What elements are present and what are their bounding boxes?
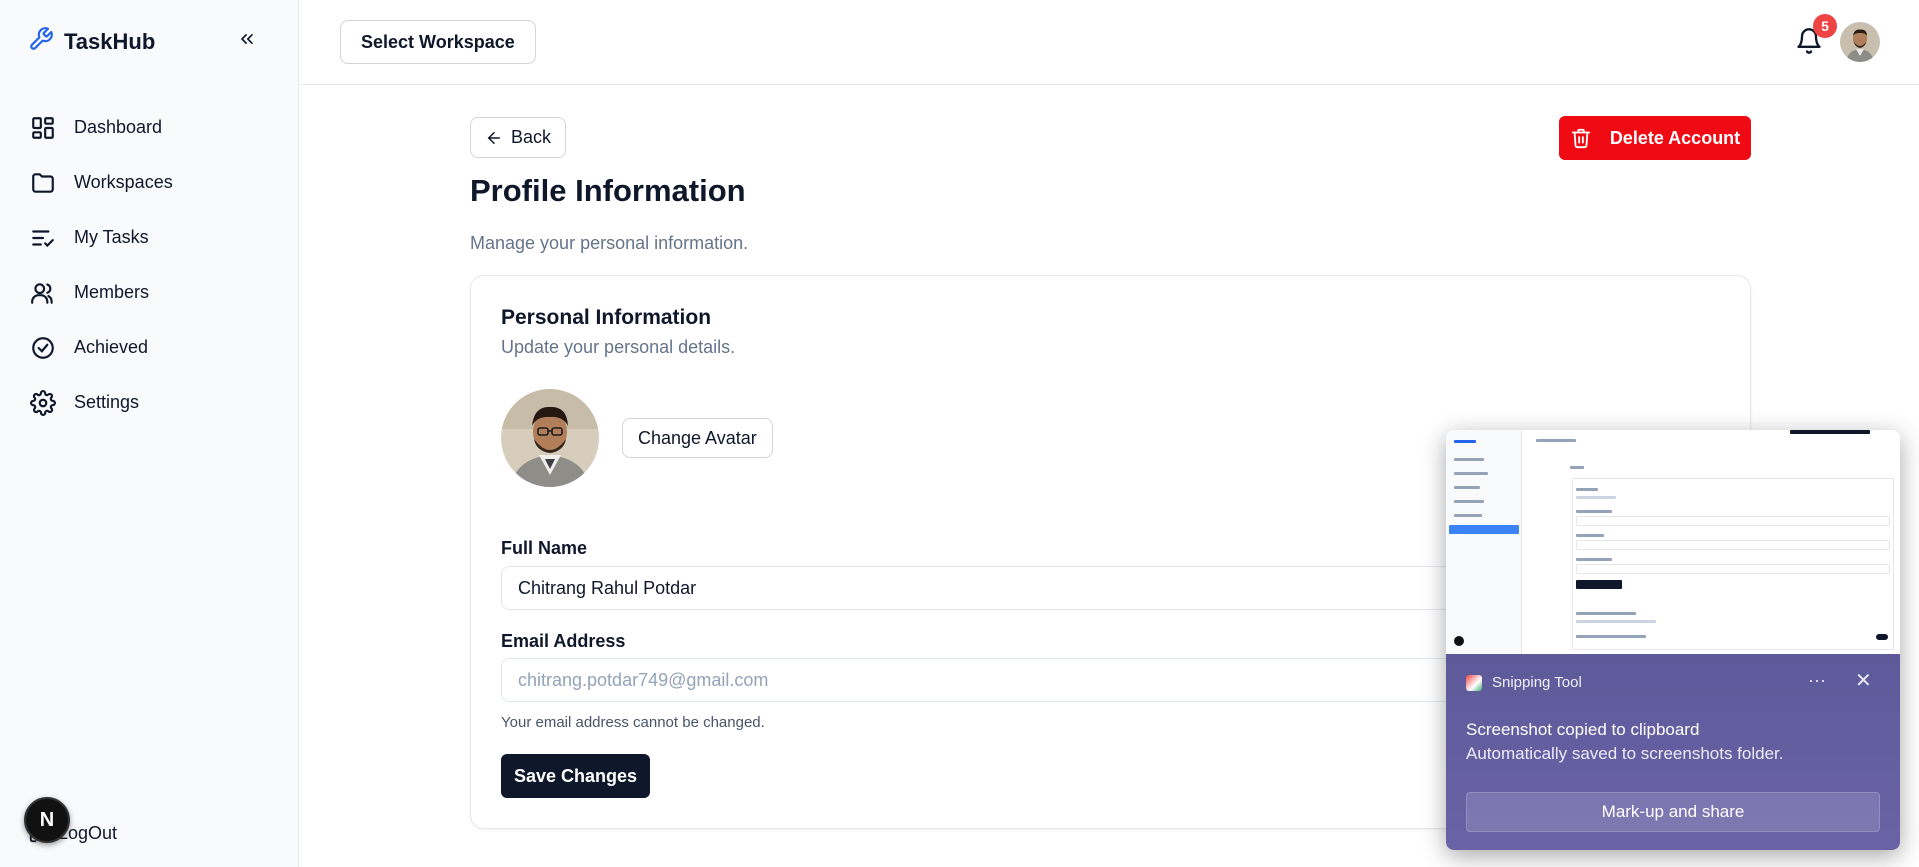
sidebar-item-dashboard[interactable]: Dashboard bbox=[30, 100, 270, 155]
list-check-icon bbox=[32, 229, 54, 247]
sidebar-item-members[interactable]: Members bbox=[30, 265, 270, 320]
thumbnail-sidebar bbox=[1446, 430, 1522, 654]
collapse-sidebar-button[interactable] bbox=[236, 28, 258, 50]
chevrons-left-icon bbox=[241, 34, 253, 45]
dev-tools-badge[interactable]: N bbox=[24, 797, 70, 843]
select-workspace-button[interactable]: Select Workspace bbox=[340, 20, 536, 64]
mark-up-and-share-button[interactable]: Mark-up and share bbox=[1466, 792, 1880, 832]
user-photo bbox=[1840, 22, 1880, 62]
users-icon bbox=[31, 282, 53, 304]
toast-detail: Automatically saved to screenshots folde… bbox=[1466, 744, 1784, 763]
toast-app-name: Snipping Tool bbox=[1492, 674, 1582, 691]
app-name: TaskHub bbox=[64, 28, 156, 54]
sidebar-item-achieved[interactable]: Achieved bbox=[30, 320, 270, 375]
save-changes-button[interactable]: Save Changes bbox=[501, 754, 650, 798]
sidebar-item-label: Workspaces bbox=[74, 172, 173, 192]
back-button[interactable]: Back bbox=[470, 117, 567, 158]
user-avatar[interactable] bbox=[1840, 22, 1880, 62]
toast-message: Screenshot copied to clipboard bbox=[1466, 720, 1700, 739]
sidebar-item-label: My Tasks bbox=[74, 227, 149, 247]
sidebar-item-label: Members bbox=[74, 282, 150, 302]
toast-body: Snipping Tool ··· ✕ Screenshot copied to… bbox=[1446, 654, 1900, 850]
page-subtitle: Manage your personal information. bbox=[470, 233, 749, 253]
back-label: Back bbox=[511, 127, 552, 147]
gear-icon bbox=[30, 389, 56, 416]
close-icon[interactable]: ✕ bbox=[1855, 668, 1872, 693]
profile-avatar bbox=[501, 389, 599, 487]
card-subtitle: Update your personal details. bbox=[501, 337, 736, 357]
brand[interactable]: TaskHub bbox=[28, 26, 155, 57]
delete-account-button[interactable]: Delete Account bbox=[1559, 116, 1751, 160]
profile-photo bbox=[501, 389, 599, 487]
sidebar: TaskHub Dashboard Workspaces My Tasks Me… bbox=[0, 0, 299, 867]
wrench-icon bbox=[28, 26, 54, 57]
toast-app-header: Snipping Tool bbox=[1466, 674, 1582, 691]
page-title: Profile Information bbox=[470, 173, 746, 208]
check-circle-icon bbox=[32, 336, 54, 359]
change-avatar-button[interactable]: Change Avatar bbox=[622, 418, 773, 458]
sidebar-item-label: Achieved bbox=[74, 337, 149, 357]
email-hint: Your email address cannot be changed. bbox=[501, 714, 765, 731]
arrow-left-icon bbox=[487, 131, 500, 144]
sidebar-item-label: Dashboard bbox=[74, 117, 163, 137]
notification-count-badge: 5 bbox=[1813, 14, 1837, 38]
sidebar-nav: Dashboard Workspaces My Tasks Members Ac… bbox=[30, 100, 270, 430]
sidebar-item-my-tasks[interactable]: My Tasks bbox=[30, 210, 270, 265]
full-name-label: Full Name bbox=[501, 538, 588, 558]
screenshot-thumbnail[interactable] bbox=[1446, 430, 1900, 654]
sidebar-item-settings[interactable]: Settings bbox=[30, 375, 270, 430]
trash-icon bbox=[1571, 128, 1590, 149]
snipping-tool-icon bbox=[1466, 674, 1482, 691]
card-title: Personal Information bbox=[501, 306, 712, 329]
sidebar-item-workspaces[interactable]: Workspaces bbox=[30, 155, 270, 210]
more-options-icon[interactable]: ··· bbox=[1808, 670, 1826, 691]
folder-icon bbox=[32, 172, 54, 193]
snipping-tool-toast[interactable]: Snipping Tool ··· ✕ Screenshot copied to… bbox=[1446, 430, 1900, 850]
delete-account-label: Delete Account bbox=[1609, 127, 1741, 148]
email-label: Email Address bbox=[501, 631, 626, 651]
dashboard-icon bbox=[32, 116, 54, 139]
top-header: Select Workspace 5 bbox=[300, 0, 1919, 85]
sidebar-item-label: Settings bbox=[74, 392, 140, 412]
